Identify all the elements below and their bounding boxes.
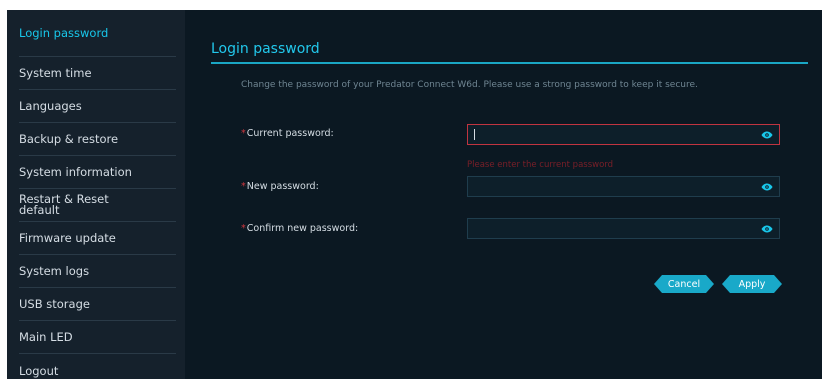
sidebar-item-label: Main LED bbox=[19, 330, 73, 344]
title-divider bbox=[211, 62, 808, 64]
confirm-password-field[interactable] bbox=[467, 218, 780, 239]
new-password-field[interactable] bbox=[467, 176, 780, 197]
sidebar-item-system-time[interactable]: System time bbox=[19, 57, 176, 90]
sidebar: Login password System time Languages Bac… bbox=[7, 10, 185, 379]
required-mark: * bbox=[241, 223, 246, 234]
eye-icon[interactable] bbox=[761, 129, 773, 141]
sidebar-item-label: Login password bbox=[19, 26, 109, 40]
current-password-field[interactable] bbox=[467, 124, 780, 145]
sidebar-item-label: System time bbox=[19, 66, 92, 80]
current-password-label: *Current password: bbox=[241, 128, 334, 139]
sidebar-item-label: Logout bbox=[19, 363, 59, 378]
sidebar-item-label: Restart & Reset default bbox=[19, 192, 109, 217]
apply-button[interactable]: Apply bbox=[722, 275, 782, 293]
eye-icon[interactable] bbox=[761, 181, 773, 193]
text-caret bbox=[474, 129, 475, 140]
page-description: Change the password of your Predator Con… bbox=[241, 80, 698, 90]
required-mark: * bbox=[241, 181, 246, 192]
required-mark: * bbox=[241, 128, 246, 139]
sidebar-item-login-password[interactable]: Login password bbox=[19, 10, 176, 57]
eye-icon[interactable] bbox=[761, 223, 773, 235]
page-title: Login password bbox=[211, 41, 320, 57]
sidebar-item-label: Firmware update bbox=[19, 231, 116, 245]
sidebar-item-label: System information bbox=[19, 165, 132, 179]
sidebar-item-system-information[interactable]: System information bbox=[19, 156, 176, 189]
sidebar-item-restart-reset[interactable]: Restart & Reset default bbox=[19, 189, 176, 222]
sidebar-item-label: System logs bbox=[19, 264, 90, 278]
confirm-password-label: *Confirm new password: bbox=[241, 223, 359, 234]
sidebar-item-label: Languages bbox=[19, 99, 82, 113]
sidebar-item-backup-restore[interactable]: Backup & restore bbox=[19, 123, 176, 156]
main-content: Login password Change the password of yo… bbox=[211, 10, 822, 379]
sidebar-item-logout[interactable]: Logout bbox=[19, 354, 176, 379]
cancel-button[interactable]: Cancel bbox=[654, 275, 714, 293]
sidebar-item-system-logs[interactable]: System logs bbox=[19, 255, 176, 288]
sidebar-item-usb-storage[interactable]: USB storage bbox=[19, 288, 176, 321]
sidebar-item-main-led[interactable]: Main LED bbox=[19, 321, 176, 354]
current-password-error: Please enter the current password bbox=[467, 160, 614, 170]
sidebar-item-languages[interactable]: Languages bbox=[19, 90, 176, 123]
sidebar-item-firmware-update[interactable]: Firmware update bbox=[19, 222, 176, 255]
app-frame: Login password System time Languages Bac… bbox=[7, 10, 822, 379]
new-password-label: *New password: bbox=[241, 181, 319, 192]
sidebar-item-label: USB storage bbox=[19, 297, 90, 311]
sidebar-item-label: Backup & restore bbox=[19, 132, 119, 146]
